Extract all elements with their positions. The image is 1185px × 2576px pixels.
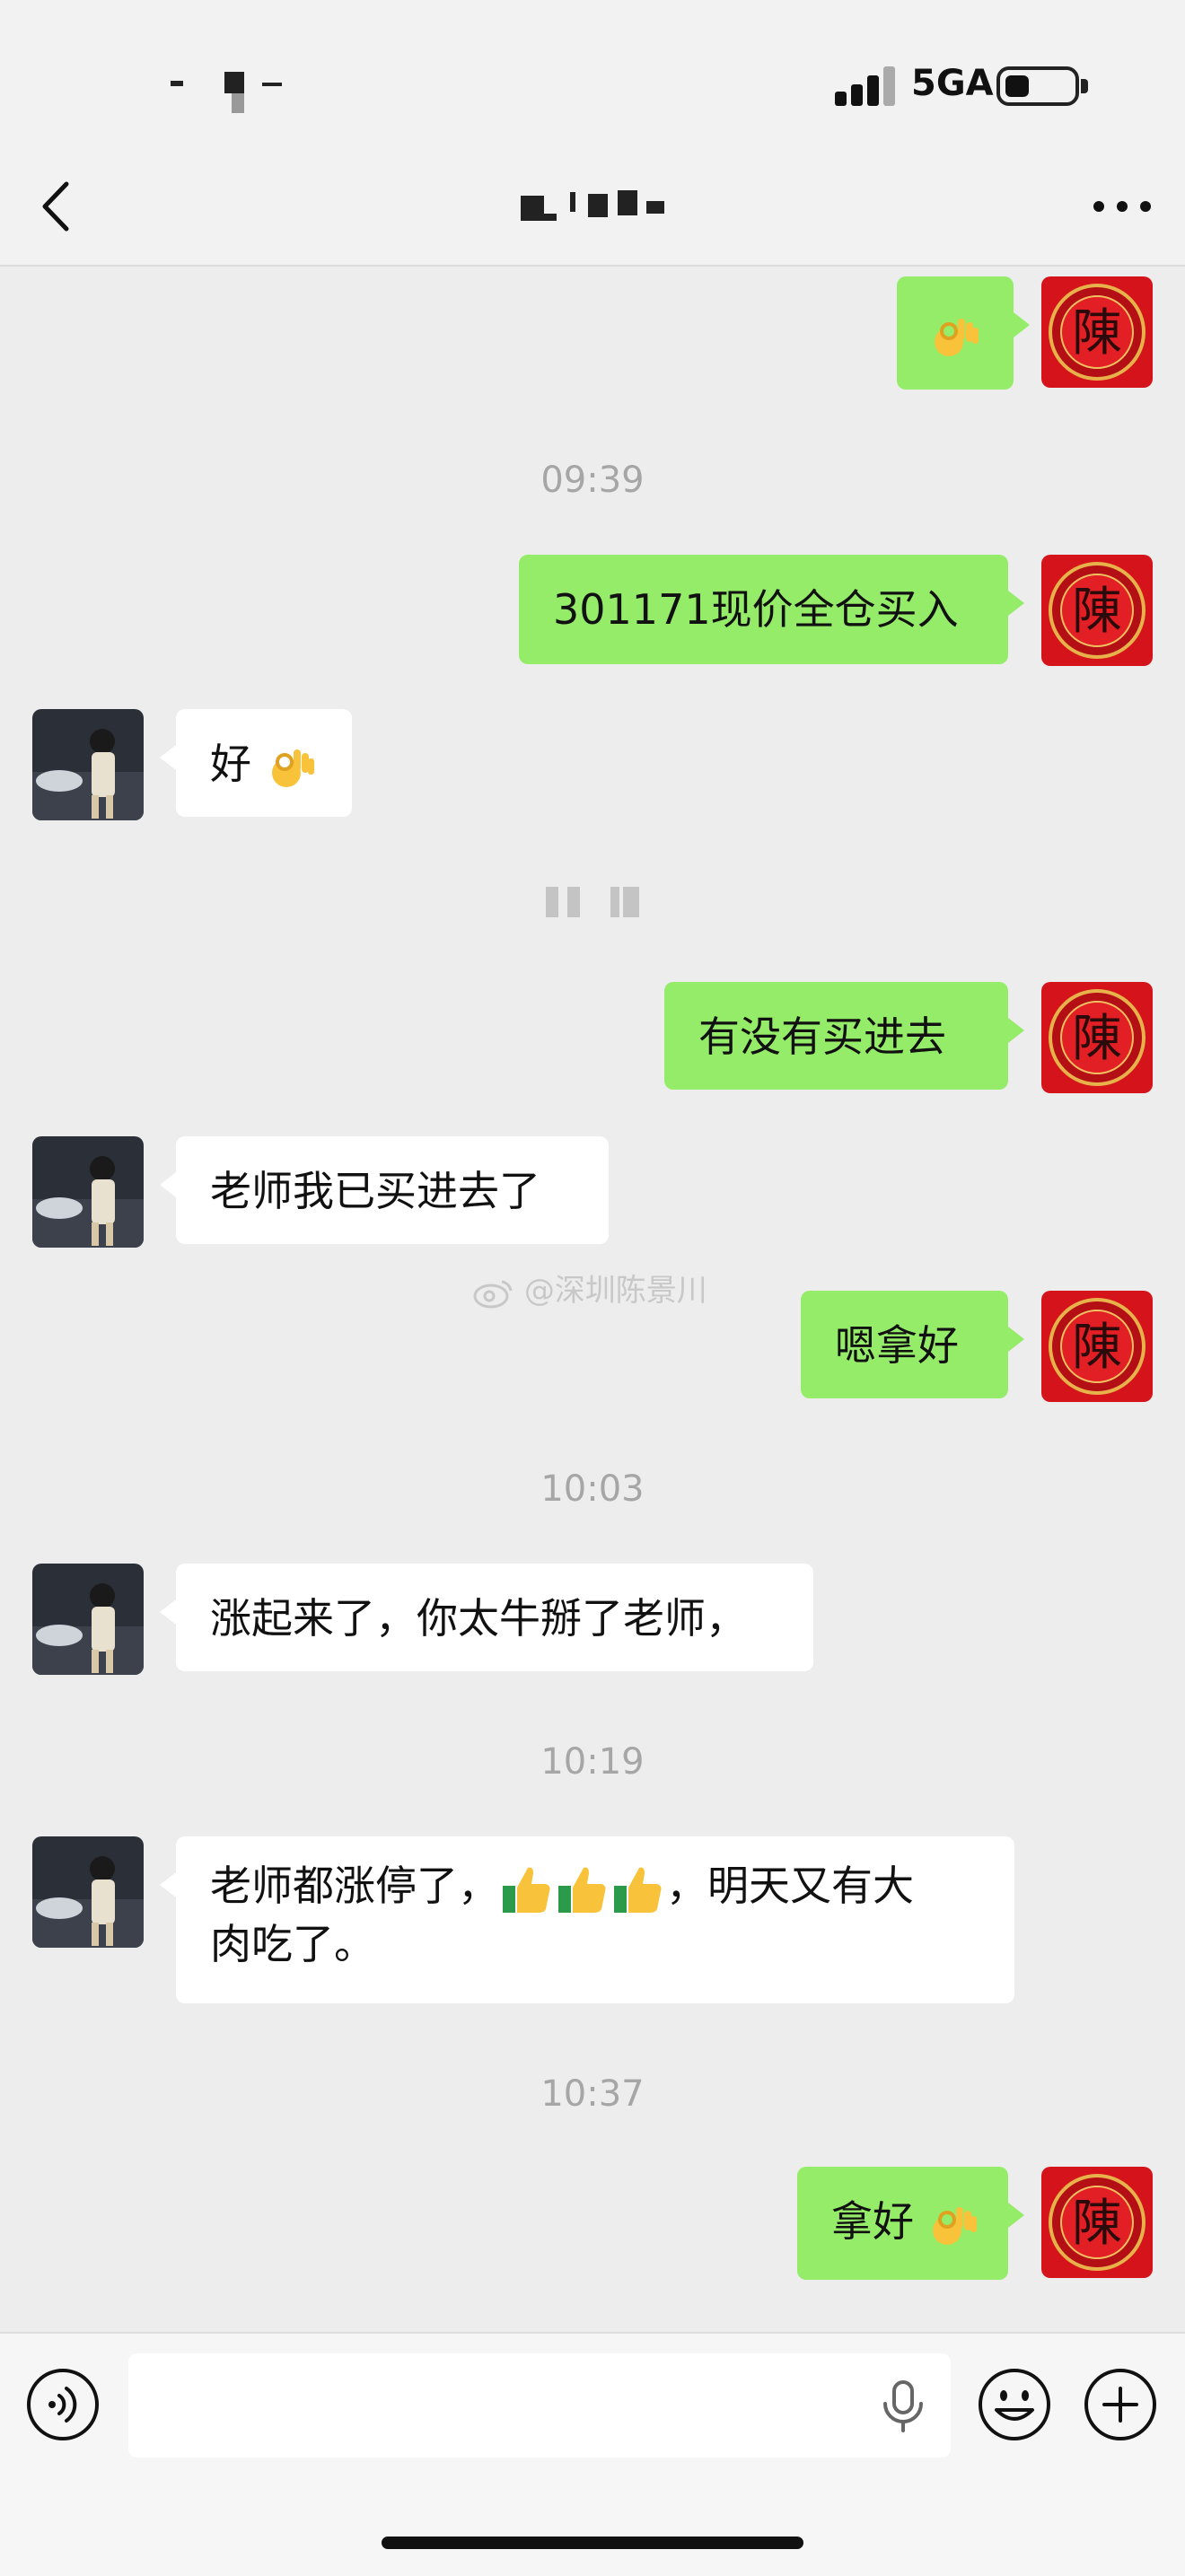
- contact-avatar[interactable]: [32, 1136, 144, 1248]
- voice-input-button[interactable]: [25, 2367, 101, 2442]
- my-avatar[interactable]: 陳: [1041, 982, 1153, 1093]
- status-time-redacted: [162, 63, 296, 117]
- sent-message-bubble[interactable]: [897, 276, 1030, 390]
- received-message-bubble[interactable]: 老师都涨停了， ，明天又有大 肉吃了。: [160, 1836, 1014, 2003]
- thumbs-up-emoji-icon: [499, 1862, 555, 1916]
- received-message-bubble[interactable]: 涨起来了，你太牛掰了老师，: [160, 1564, 813, 1671]
- watermark-text: @深圳陈景川: [523, 1273, 707, 1309]
- message-timestamp: 10:37: [540, 2073, 645, 2115]
- svg-text:陳: 陳: [1072, 583, 1122, 641]
- message-input[interactable]: [128, 2353, 951, 2458]
- weibo-watermark: @深圳陈景川: [471, 1266, 707, 1310]
- my-avatar[interactable]: 陳: [1041, 276, 1153, 388]
- weibo-icon: [473, 1280, 513, 1308]
- message-timestamp: 09:39: [540, 460, 645, 501]
- sent-message-bubble[interactable]: 嗯拿好: [801, 1291, 1024, 1398]
- sent-message-bubble[interactable]: 301171现价全仓买入: [519, 555, 1024, 664]
- contact-avatar[interactable]: [32, 709, 144, 820]
- contact-avatar[interactable]: [32, 1564, 144, 1675]
- smiley-icon: [979, 2369, 1050, 2440]
- chat-title-redacted: [503, 178, 682, 232]
- svg-text:陳: 陳: [1072, 2195, 1122, 2253]
- message-text: ，明天又有大: [666, 1862, 914, 1910]
- message-timestamp: 10:19: [540, 1741, 645, 1783]
- emoji-button[interactable]: [977, 2367, 1052, 2442]
- home-indicator[interactable]: [382, 2537, 803, 2549]
- more-dots-icon: [1093, 201, 1151, 212]
- svg-text:陳: 陳: [1072, 304, 1122, 363]
- more-options-button[interactable]: [1086, 184, 1158, 229]
- my-avatar[interactable]: 陳: [1041, 555, 1153, 666]
- my-avatar[interactable]: 陳: [1041, 2167, 1153, 2278]
- mic-icon[interactable]: [878, 2379, 928, 2434]
- message-line-1: 老师都涨停了， ，明天又有大: [210, 1858, 980, 1916]
- message-timestamp-redacted: [546, 881, 643, 921]
- message-line-2: 肉吃了。: [210, 1919, 375, 1968]
- sent-message-bubble[interactable]: 有没有买进去: [664, 982, 1024, 1090]
- ok-hand-emoji-icon: [265, 742, 315, 793]
- message-text: 好: [210, 740, 251, 788]
- received-message-bubble[interactable]: 好: [160, 709, 352, 817]
- svg-text:陳: 陳: [1072, 1319, 1122, 1377]
- message-text: 拿好: [831, 2197, 914, 2246]
- my-avatar[interactable]: 陳: [1041, 1291, 1153, 1402]
- plus-icon: [1084, 2369, 1156, 2440]
- thumbs-up-emoji-icon: [555, 1862, 610, 1916]
- message-timestamp: 10:03: [540, 1468, 645, 1510]
- voice-icon: [27, 2369, 99, 2440]
- network-type-label: 5GA: [911, 63, 994, 104]
- back-button[interactable]: [32, 175, 86, 238]
- thumbs-up-emoji-icon: [610, 1862, 666, 1916]
- contact-avatar[interactable]: [32, 1836, 144, 1948]
- ok-hand-emoji-icon: [929, 311, 979, 362]
- signal-bars-icon: [835, 65, 896, 106]
- add-button[interactable]: [1083, 2367, 1158, 2442]
- chevron-left-icon: [42, 181, 69, 232]
- received-message-bubble[interactable]: 老师我已买进去了: [160, 1136, 609, 1244]
- svg-text:陳: 陳: [1072, 1010, 1122, 1068]
- sent-message-bubble[interactable]: 拿好: [797, 2167, 1024, 2280]
- battery-icon: [996, 66, 1088, 106]
- message-text: 老师都涨停了，: [210, 1862, 499, 1910]
- ok-hand-emoji-icon: [927, 2200, 978, 2250]
